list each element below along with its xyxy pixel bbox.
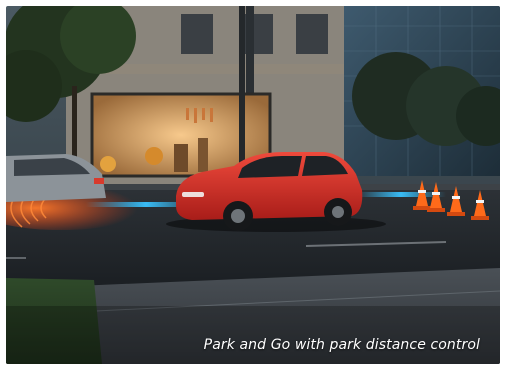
parking-scene — [6, 6, 500, 364]
hero-photo: Park and Go with park distance control — [6, 6, 500, 364]
image-caption: Park and Go with park distance control — [203, 337, 480, 353]
